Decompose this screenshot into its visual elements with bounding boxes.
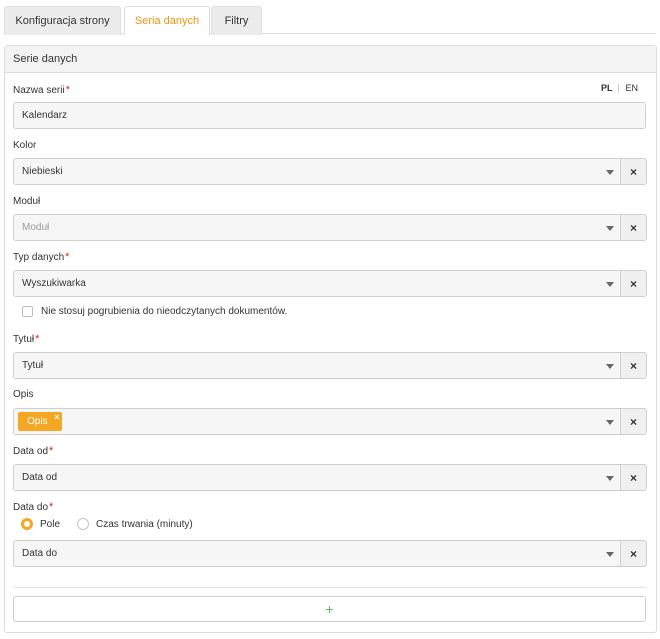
lang-separator: [618, 83, 620, 93]
tab-filtry[interactable]: Filtry: [211, 6, 262, 35]
tab-konfiguracja-strony[interactable]: Konfiguracja strony: [4, 6, 121, 35]
tytul-clear-button[interactable]: ×: [620, 352, 647, 379]
typ-danych-clear-button[interactable]: ×: [620, 270, 647, 297]
kolor-label-text: Kolor: [13, 140, 37, 151]
chevron-down-icon: [606, 552, 614, 557]
nazwa-serii-value: Kalendarz: [22, 110, 68, 121]
data-od-select[interactable]: Data od: [13, 464, 620, 491]
tab-seria-danych[interactable]: Seria danych: [124, 6, 210, 35]
typ-danych-select[interactable]: Wyszukiwarka: [13, 270, 620, 297]
data-do-clear-button[interactable]: ×: [620, 540, 647, 567]
lang-en-button[interactable]: EN: [625, 83, 638, 93]
data-do-label: Data do*: [13, 501, 53, 513]
data-do-value: Data do: [22, 548, 58, 559]
chevron-down-icon: [606, 226, 614, 231]
data-od-label: Data od*: [13, 445, 53, 457]
kolor-clear-button[interactable]: ×: [620, 158, 647, 185]
data-od-clear-button[interactable]: ×: [620, 464, 647, 491]
modul-label-text: Moduł: [13, 196, 41, 207]
add-series-button[interactable]: +: [13, 596, 646, 622]
opis-tag: Opis ×: [18, 412, 62, 431]
opis-multiselect[interactable]: Opis ×: [13, 408, 620, 435]
opis-tag-label: Opis: [27, 416, 48, 427]
tag-remove-icon[interactable]: ×: [54, 412, 59, 422]
kolor-value: Niebieski: [22, 166, 63, 177]
opis-clear-button[interactable]: ×: [620, 408, 647, 435]
bold-unread-label: Nie stosuj pogrubienia do nieodczytanych…: [41, 306, 288, 317]
chevron-down-icon: [606, 476, 614, 481]
data-do-mode-radios: Pole Czas trwania (minuty): [21, 518, 210, 530]
tab-bar: Konfiguracja strony Seria danych Filtry: [4, 6, 656, 35]
modul-select[interactable]: Moduł: [13, 214, 620, 241]
bold-unread-option: Nie stosuj pogrubienia do nieodczytanych…: [22, 306, 287, 317]
bold-unread-checkbox[interactable]: [22, 306, 33, 317]
nazwa-serii-input[interactable]: Kalendarz: [13, 102, 646, 129]
divider: [13, 587, 646, 588]
panel-title: Serie danych: [5, 46, 656, 73]
nazwa-serii-label: Nazwa serii*: [13, 84, 70, 96]
modul-clear-button[interactable]: ×: [620, 214, 647, 241]
kolor-label: Kolor: [13, 140, 36, 151]
modul-label: Moduł: [13, 196, 40, 207]
opis-label: Opis: [13, 389, 34, 400]
chevron-down-icon: [606, 420, 614, 425]
language-switch: PL EN: [601, 83, 638, 93]
chevron-down-icon: [606, 170, 614, 175]
typ-danych-label: Typ danych*: [13, 251, 69, 263]
tytul-label: Tytuł*: [13, 333, 39, 345]
data-do-label-text: Data do: [13, 502, 49, 513]
required-mark: *: [65, 84, 70, 96]
data-od-label-text: Data od: [13, 446, 49, 457]
plus-icon: +: [325, 601, 334, 617]
radio-pole-label: Pole: [40, 518, 61, 530]
radio-pole[interactable]: [21, 518, 33, 530]
data-od-value: Data od: [22, 472, 58, 483]
modul-placeholder: Moduł: [22, 222, 50, 233]
radio-czas-trwania[interactable]: [77, 518, 90, 530]
opis-label-text: Opis: [13, 389, 34, 400]
data-do-select[interactable]: Data do: [13, 540, 620, 567]
tytul-label-text: Tytuł: [13, 334, 35, 345]
tytul-value: Tytuł: [22, 360, 44, 371]
chevron-down-icon: [606, 282, 614, 287]
kolor-select[interactable]: Niebieski: [13, 158, 620, 185]
lang-pl-button[interactable]: PL: [601, 83, 613, 93]
radio-czas-trwania-label: Czas trwania (minuty): [96, 518, 193, 530]
required-mark: *: [65, 251, 70, 263]
required-mark: *: [49, 445, 54, 457]
nazwa-serii-label-text: Nazwa serii: [13, 85, 65, 96]
typ-danych-label-text: Typ danych: [13, 252, 65, 263]
required-mark: *: [35, 333, 40, 345]
tytul-select[interactable]: Tytuł: [13, 352, 620, 379]
chevron-down-icon: [606, 364, 614, 369]
panel-title-text: Serie danych: [13, 53, 78, 65]
typ-danych-value: Wyszukiwarka: [22, 278, 86, 289]
required-mark: *: [49, 501, 54, 513]
